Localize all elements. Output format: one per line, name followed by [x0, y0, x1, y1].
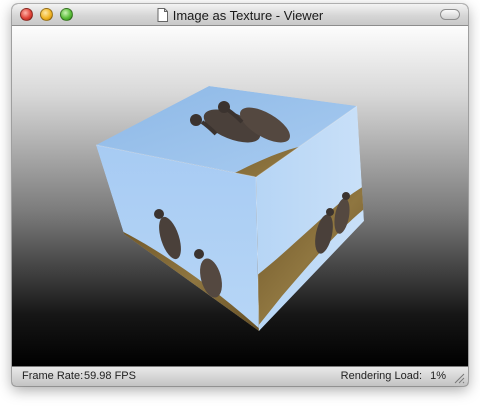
window-title: Image as Texture - Viewer	[172, 7, 324, 23]
render-viewport[interactable]	[12, 26, 468, 366]
frame-rate-value: 59.98 FPS	[84, 370, 136, 382]
document-icon	[157, 8, 168, 22]
rendering-load-label: Rendering Load:	[340, 370, 422, 382]
textured-cube[interactable]	[12, 26, 468, 366]
frame-rate-label: Frame Rate:	[22, 370, 84, 382]
toolbar-toggle-button[interactable]	[440, 9, 460, 20]
resize-grip-icon[interactable]	[453, 372, 465, 384]
title-bar[interactable]: Image as Texture - Viewer	[12, 4, 468, 26]
status-bar: Frame Rate: 59.98 FPS Rendering Load: 1%	[12, 366, 468, 386]
cube-left-face	[96, 145, 259, 331]
rendering-load-value: 1%	[430, 370, 446, 382]
viewer-window: Image as Texture - Viewer Frame Rate: 59…	[12, 4, 468, 386]
